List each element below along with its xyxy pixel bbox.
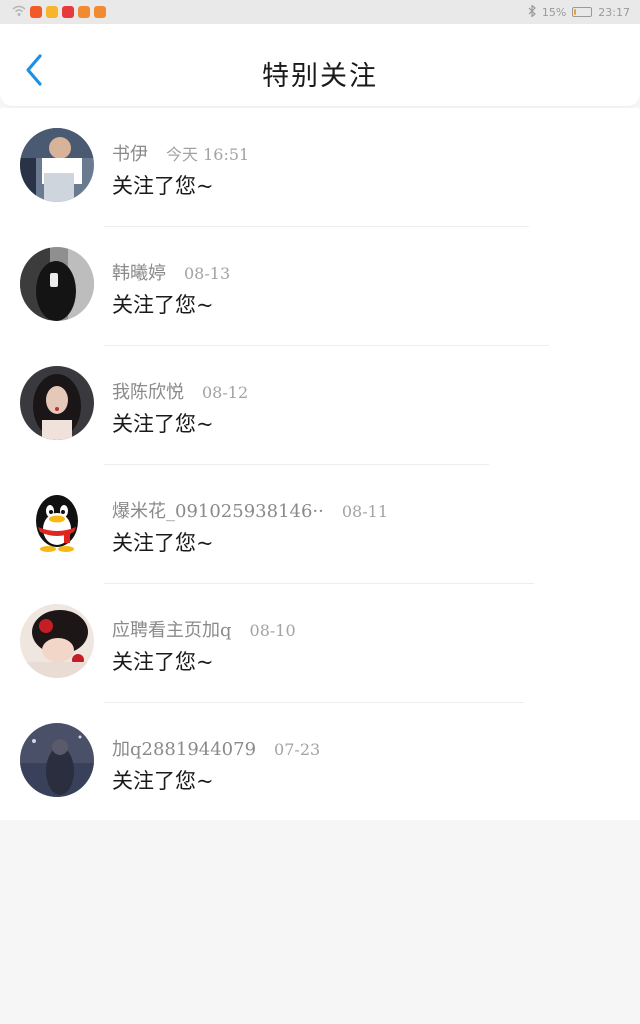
item-message: 关注了您~ — [112, 650, 214, 674]
download-icon — [30, 6, 42, 18]
list-item[interactable]: 爆米花_091025938146·· 08-11 关注了您~ — [0, 465, 640, 584]
item-time: 08-11 — [341, 502, 388, 521]
item-message: 关注了您~ — [112, 769, 214, 793]
battery-icon — [572, 7, 593, 17]
item-message: 关注了您~ — [112, 174, 214, 198]
battery-percent: 15% — [541, 5, 567, 19]
battery-level — [574, 9, 577, 15]
item-meta: 书伊 今天 16:51 — [112, 140, 249, 166]
item-time: 08-10 — [249, 621, 296, 640]
bluetooth-icon — [528, 3, 536, 20]
user-name[interactable]: 加q2881944079 — [112, 735, 256, 761]
item-message: 关注了您~ — [112, 531, 214, 555]
item-meta: 韩曦婷 08-13 — [112, 259, 230, 285]
user-name[interactable]: 应聘看主页加q — [112, 616, 232, 642]
empty-area — [0, 820, 640, 1024]
item-time: 今天 16:51 — [166, 145, 250, 164]
shield-icon — [46, 6, 58, 18]
user-name[interactable]: 我陈欣悦 — [112, 378, 184, 404]
item-meta: 加q2881944079 07-23 — [112, 735, 320, 761]
status-bar: 15% 23:17 — [0, 0, 640, 24]
list-item[interactable]: 我陈欣悦 08-12 关注了您~ — [0, 346, 640, 465]
header: 特别关注 — [0, 24, 640, 106]
avatar[interactable] — [20, 128, 94, 202]
item-meta: 应聘看主页加q 08-10 — [112, 616, 296, 642]
status-left — [12, 5, 106, 20]
avatar[interactable] — [20, 366, 94, 440]
avatar[interactable] — [20, 485, 94, 559]
user-name[interactable]: 韩曦婷 — [112, 259, 166, 285]
list-item[interactable]: 韩曦婷 08-13 关注了您~ — [0, 227, 640, 346]
user-name[interactable]: 爆米花_091025938146·· — [112, 497, 324, 523]
status-right: 15% 23:17 — [528, 3, 630, 20]
wifi-icon — [12, 5, 26, 20]
video-icon — [62, 6, 74, 18]
avatar[interactable] — [20, 247, 94, 321]
follow-list: 书伊 今天 16:51 关注了您~ 韩曦婷 08-13 关注了您~ 我陈欣悦 0… — [0, 108, 640, 822]
user-name[interactable]: 书伊 — [112, 140, 148, 166]
item-meta: 爆米花_091025938146·· 08-11 — [112, 497, 388, 523]
item-time: 08-12 — [202, 383, 249, 402]
page-title: 特别关注 — [262, 61, 378, 92]
avatar[interactable] — [20, 723, 94, 797]
item-message: 关注了您~ — [112, 293, 214, 317]
chat-icon — [78, 6, 90, 18]
list-item[interactable]: 书伊 今天 16:51 关注了您~ — [0, 108, 640, 227]
item-time: 07-23 — [274, 740, 321, 759]
item-time: 08-13 — [184, 264, 231, 283]
item-meta: 我陈欣悦 08-12 — [112, 378, 248, 404]
list-item[interactable]: 应聘看主页加q 08-10 关注了您~ — [0, 584, 640, 703]
item-message: 关注了您~ — [112, 412, 214, 436]
message-icon — [94, 6, 106, 18]
status-time: 23:17 — [598, 5, 630, 19]
avatar[interactable] — [20, 604, 94, 678]
list-item[interactable]: 加q2881944079 07-23 关注了您~ — [0, 703, 640, 822]
